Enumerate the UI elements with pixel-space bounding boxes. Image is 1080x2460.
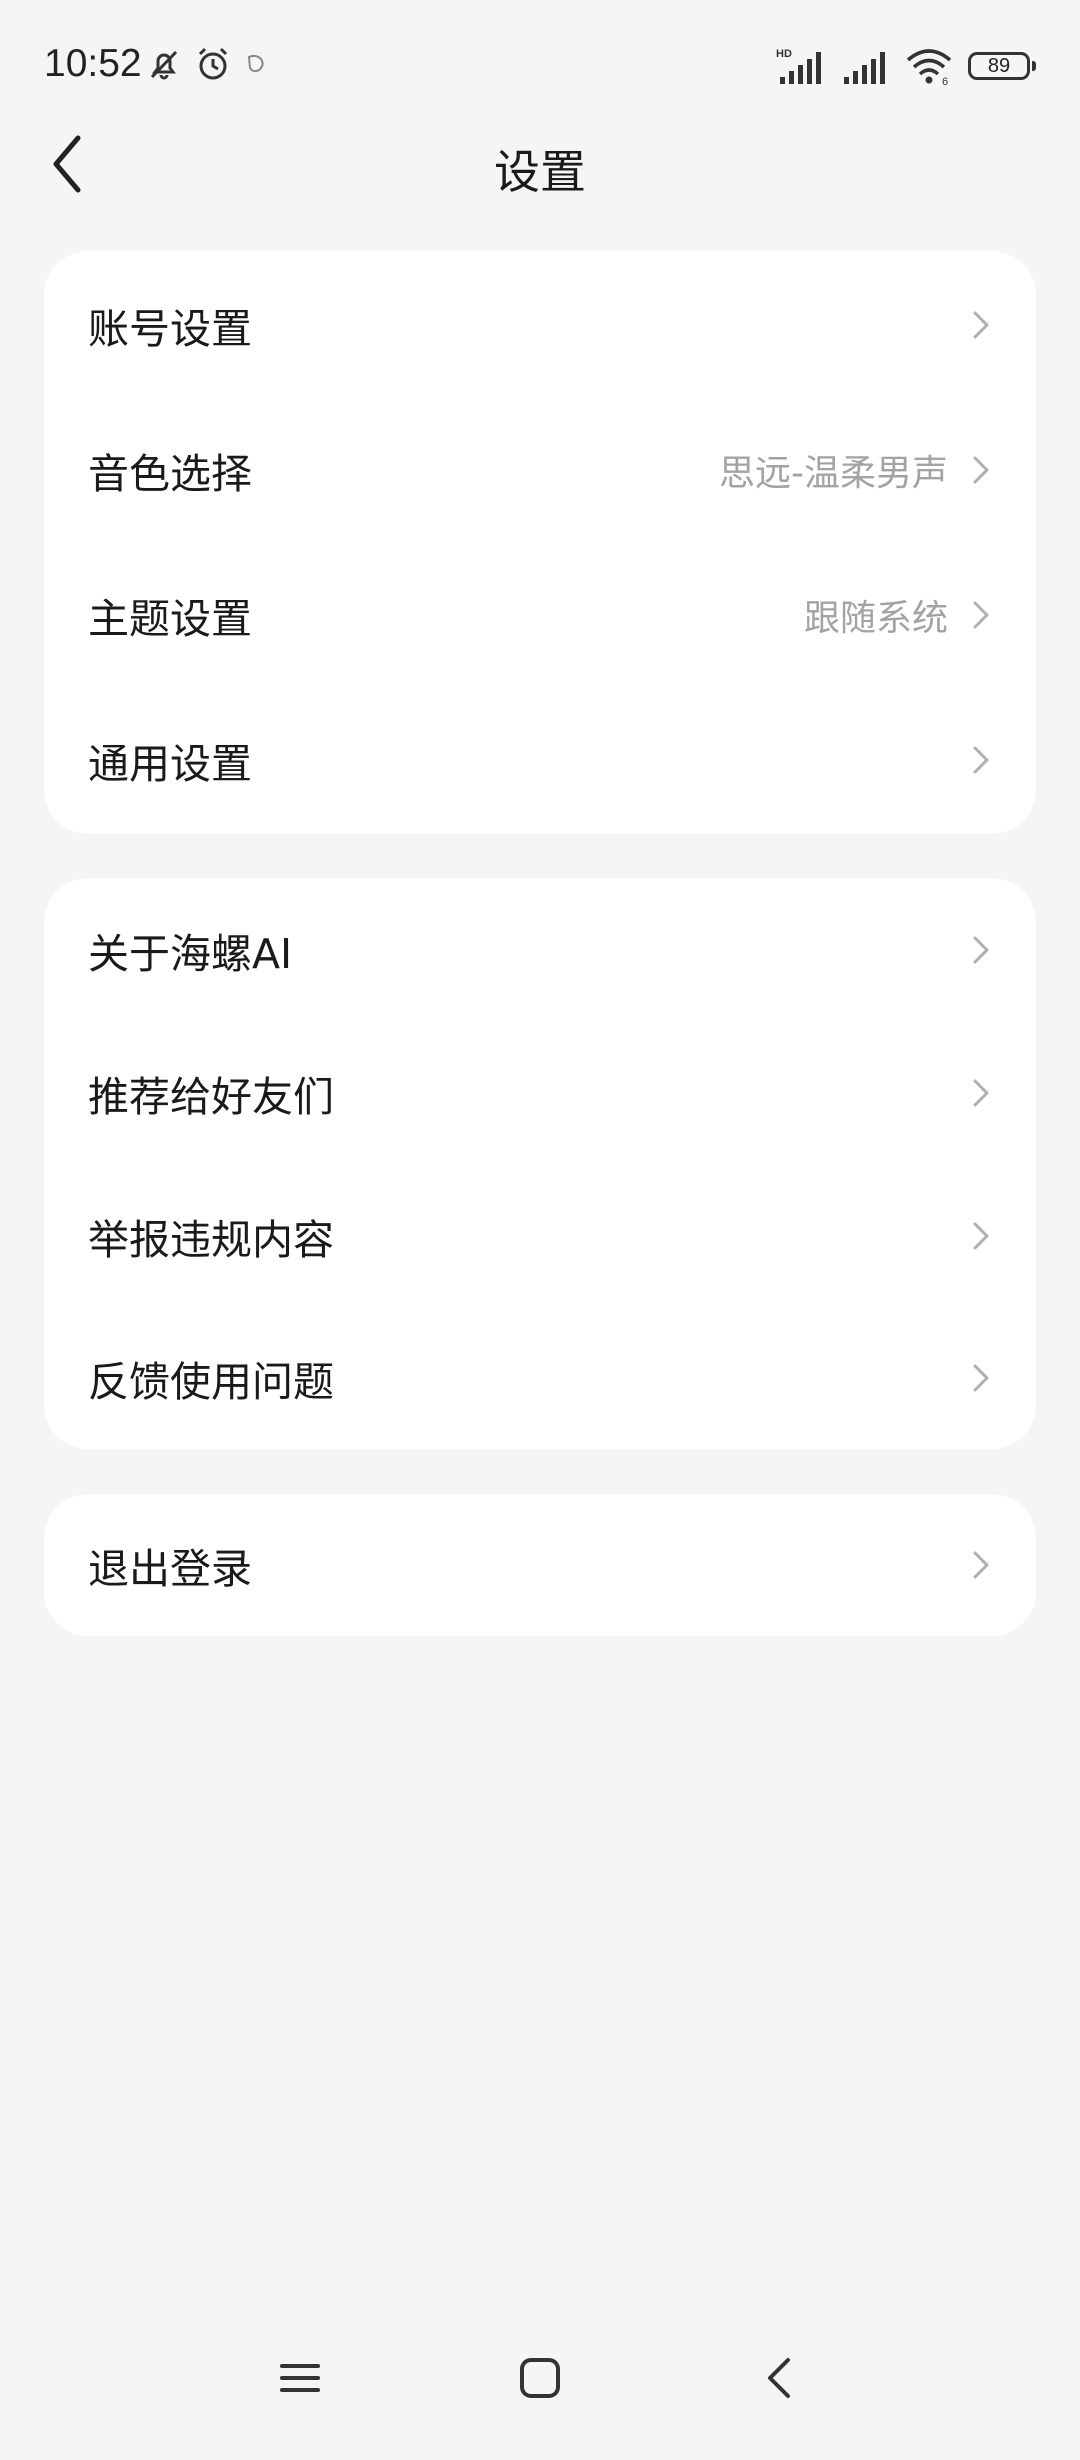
row-label: 退出登录 [88,1545,252,1593]
chevron-right-icon [973,746,989,773]
chevron-right-icon [973,311,989,339]
row-general-settings[interactable]: 通用设置 [44,687,1036,832]
settings-group-2: 关于海螺AI 推荐给好友们 举报违规内容 反馈使用问题 [44,878,1036,1449]
signal-icon-2 [844,52,885,84]
system-nav-bar [0,2340,1080,2460]
battery-icon: 89 [968,52,1036,80]
row-value: 跟随系统 [803,598,948,639]
row-label: 举报违规内容 [88,1215,334,1264]
row-account-settings[interactable]: 账号设置 [44,253,1036,397]
chevron-right-icon [973,936,989,964]
row-label: 音色选择 [88,450,252,498]
row-label: 账号设置 [88,305,252,353]
menu-icon[interactable] [276,2354,324,2402]
row-value: 思远-温柔男声 [719,453,948,494]
chevron-right-icon [973,456,989,484]
nav-bar: 设置 [0,120,1080,200]
status-right-icons: HD 6 89 [776,46,1036,86]
row-feedback[interactable]: 反馈使用问题 [44,1307,1036,1449]
row-report[interactable]: 举报违规内容 [44,1164,1036,1307]
home-icon[interactable] [516,2354,564,2402]
row-label: 反馈使用问题 [88,1358,334,1406]
row-voice-selection[interactable]: 音色选择 思远-温柔男声 [44,397,1036,543]
row-recommend[interactable]: 推荐给好友们 [44,1022,1036,1164]
svg-text:6: 6 [942,76,948,86]
settings-group-1: 账号设置 音色选择 思远-温柔男声 主题设置 跟随系统 通用设置 [44,251,1036,834]
chevron-right-icon [973,601,989,629]
row-about[interactable]: 关于海螺AI [44,878,1036,1022]
row-label: 通用设置 [88,739,252,788]
settings-group-3: 退出登录 [44,1494,1036,1636]
status-bar: 10:52 HD 6 89 [0,0,1080,135]
chevron-right-icon [973,1551,989,1579]
alarm-icon [198,47,228,80]
row-logout[interactable]: 退出登录 [44,1494,1036,1636]
bell-off-icon [150,50,178,80]
signal-icon: HD [776,48,821,84]
wifi-icon: 6 [906,49,952,86]
status-left-icons [145,44,269,84]
page-title: 设置 [494,145,586,199]
status-time: 10:52 [44,42,142,85]
notification-icon [247,54,264,73]
row-theme-settings[interactable]: 主题设置 跟随系统 [44,543,1036,687]
back-nav-icon[interactable] [756,2354,804,2402]
svg-text:HD: HD [776,48,792,60]
row-label: 主题设置 [88,595,252,643]
chevron-right-icon [973,1222,989,1249]
chevron-right-icon [973,1364,989,1392]
chevron-right-icon [973,1079,989,1107]
row-label: 推荐给好友们 [88,1073,334,1121]
row-label: 关于海螺AI [88,930,293,978]
